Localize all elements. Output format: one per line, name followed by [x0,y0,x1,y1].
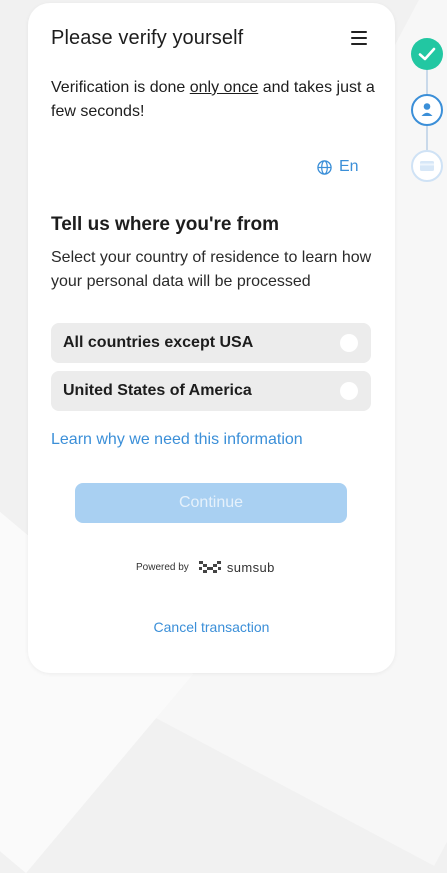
person-icon [421,103,433,116]
powered-by: Powered by sumsub [136,559,275,575]
intro-text-underlined: only once [189,79,259,96]
page-title: Please verify yourself [51,27,244,49]
cancel-transaction-link[interactable]: Cancel transaction [28,619,395,635]
country-section-title: Tell us where you're from [51,214,279,235]
sumsub-logo: sumsub [197,559,275,575]
step-upcoming [411,150,443,182]
radio-button[interactable] [340,334,358,352]
country-option-usa[interactable]: United States of America [51,371,371,411]
verification-card: Please verify yourself Verification is d… [28,3,395,673]
country-option-all-except-usa[interactable]: All countries except USA [51,323,371,363]
country-section-subtitle: Select your country of residence to lear… [51,249,372,290]
sumsub-brand-text: sumsub [226,559,275,575]
card-icon [420,161,434,171]
language-label: En [339,158,359,175]
step-connector [426,70,428,94]
country-option-label: United States of America [63,382,252,399]
step-completed [411,38,443,70]
radio-button[interactable] [340,382,358,400]
intro-text: Verification is done only once and takes… [51,76,381,124]
powered-by-label: Powered by [136,561,189,573]
globe-icon [317,159,332,175]
learn-more-link[interactable]: Learn why we need this information [51,431,303,449]
step-connector [426,126,428,150]
sumsub-logo-icon [198,561,221,573]
hamburger-menu-icon[interactable] [349,31,369,47]
country-option-label: All countries except USA [63,334,254,351]
intro-text-before: Verification is done [51,79,190,96]
language-selector[interactable]: En [317,158,359,176]
check-icon [418,47,436,61]
continue-button[interactable]: Continue [75,483,347,523]
step-current [411,94,443,126]
